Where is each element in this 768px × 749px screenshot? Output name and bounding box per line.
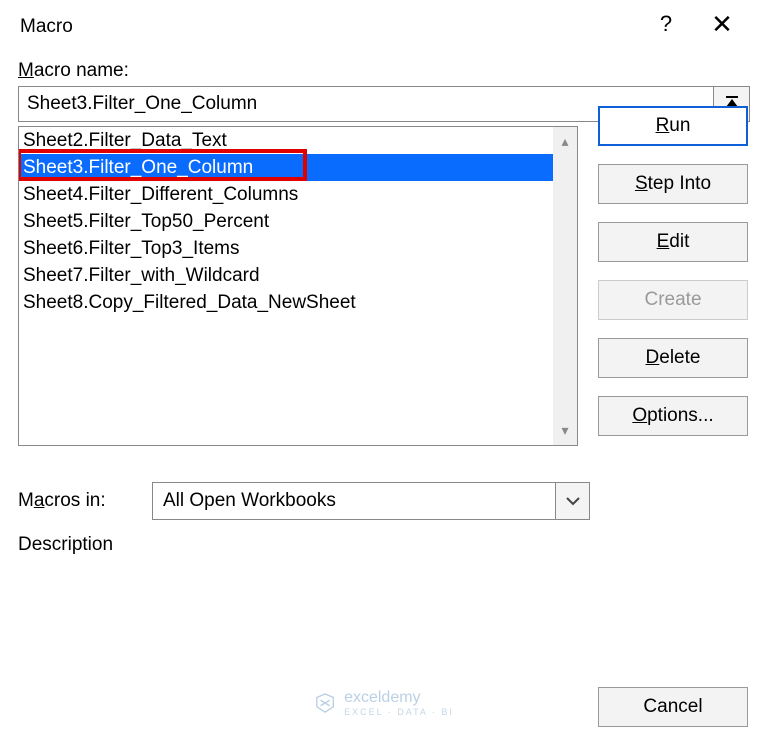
macro-list-items: Sheet2.Filter_Data_Text Sheet3.Filter_On…: [19, 127, 577, 316]
help-icon: ?: [660, 11, 672, 37]
step-into-button[interactable]: Step Into: [598, 164, 748, 204]
macros-in-row: Macros in: All Open Workbooks: [18, 482, 750, 520]
cancel-button[interactable]: Cancel: [598, 687, 748, 727]
scrollbar[interactable]: ▴ ▾: [553, 127, 577, 445]
macro-name-label: Macro name:: [18, 60, 750, 82]
macro-list[interactable]: Sheet2.Filter_Data_Text Sheet3.Filter_On…: [18, 126, 578, 446]
chevron-up-icon: ▴: [561, 133, 568, 150]
watermark-tag: EXCEL · DATA · BI: [344, 707, 454, 717]
dialog-title: Macro: [20, 10, 638, 38]
list-item[interactable]: Sheet5.Filter_Top50_Percent: [19, 208, 577, 235]
combo-arrow-button[interactable]: [555, 483, 589, 519]
list-item[interactable]: Sheet4.Filter_Different_Columns: [19, 181, 577, 208]
description-label: Description: [18, 534, 750, 556]
macros-in-label: Macros in:: [18, 490, 134, 512]
watermark: exceldemy EXCEL · DATA · BI: [314, 689, 454, 717]
list-item[interactable]: Sheet8.Copy_Filtered_Data_NewSheet: [19, 289, 577, 316]
close-icon: ✕: [711, 9, 733, 40]
button-column: Run Step Into Edit Create Delete Options…: [598, 106, 748, 436]
chevron-down-icon: ▾: [561, 422, 568, 439]
list-item[interactable]: Sheet7.Filter_with_Wildcard: [19, 262, 577, 289]
title-bar: Macro ? ✕: [0, 0, 768, 48]
run-button[interactable]: Run: [598, 106, 748, 146]
edit-button[interactable]: Edit: [598, 222, 748, 262]
macro-dialog: Macro ? ✕ Macro name: Sheet2.Filter_Data…: [0, 0, 768, 749]
list-item[interactable]: Sheet6.Filter_Top3_Items: [19, 235, 577, 262]
macros-in-value: All Open Workbooks: [153, 490, 555, 512]
help-button[interactable]: ?: [638, 0, 694, 48]
options-button[interactable]: Options...: [598, 396, 748, 436]
close-button[interactable]: ✕: [694, 0, 750, 48]
chevron-down-icon: [566, 496, 580, 506]
list-item[interactable]: Sheet3.Filter_One_Column: [19, 154, 577, 181]
logo-icon: [314, 692, 336, 714]
cancel-wrap: Cancel: [598, 687, 748, 727]
create-button: Create: [598, 280, 748, 320]
delete-button[interactable]: Delete: [598, 338, 748, 378]
list-item[interactable]: Sheet2.Filter_Data_Text: [19, 127, 577, 154]
watermark-brand: exceldemy: [344, 689, 420, 706]
macros-in-combo[interactable]: All Open Workbooks: [152, 482, 590, 520]
